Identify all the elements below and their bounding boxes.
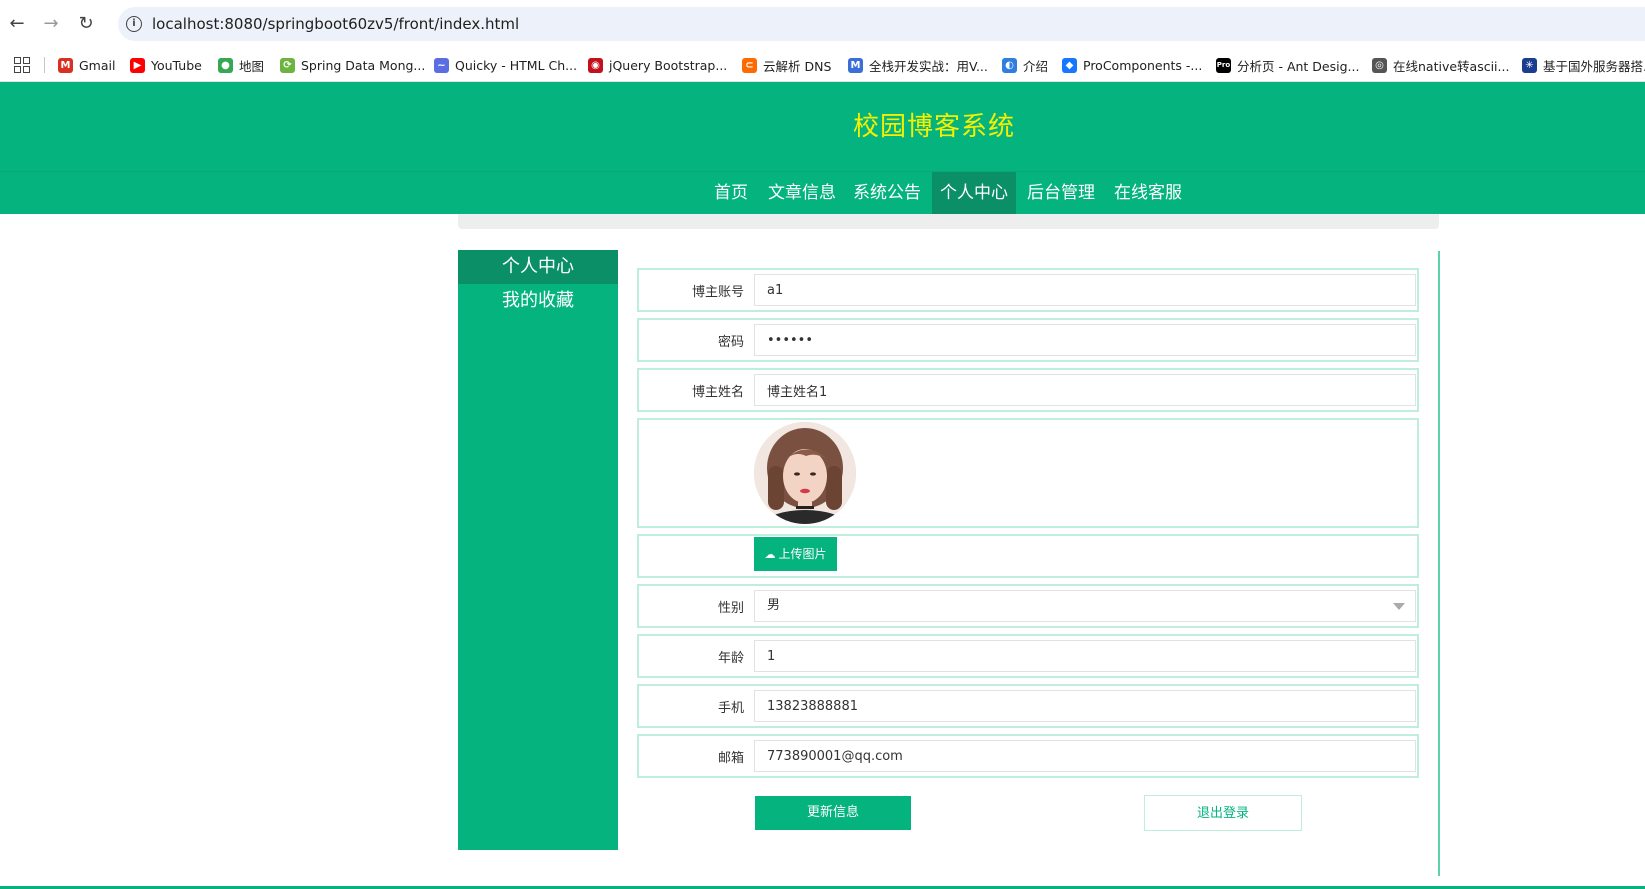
nav-item-articles[interactable]: 文章信息 [764,172,840,214]
bookmark-item[interactable]: ⊂ 云解析 DNS [742,56,831,74]
youtube-icon: ▶ [130,57,145,73]
bookmarks-bar: M Gmail ▶ YouTube ● 地图 ⟳ Spring Data Mong... ~ Qu… [0,48,1645,82]
gender-row: 性别 男 [637,584,1419,628]
site-title: 校园博客系统 [852,112,1015,142]
sync-icon: ✳ [1522,57,1537,73]
name-input[interactable] [754,374,1416,406]
bookmark-item[interactable]: ◆ ProComponents -... [1062,56,1202,74]
phone-input[interactable] [754,690,1416,722]
bookmark-label: jQuery Bootstrap... [609,57,728,73]
site-info-icon[interactable]: i [126,16,142,32]
password-input[interactable] [754,324,1416,356]
password-label: 密码 [717,335,744,350]
gender-select[interactable]: 男 [754,590,1416,622]
avatar [754,422,856,524]
nav-item-announcements[interactable]: 系统公告 [848,172,926,214]
bookmark-item[interactable]: ✳ 基于国外服务器搭... [1522,56,1645,74]
url-box[interactable]: i localhost:8080/springboot60zv5/front/i… [118,7,1645,41]
bookmark-label: Quicky - HTML Ch... [455,57,578,73]
cloud-upload-icon: ☁ [764,549,776,561]
bookmark-item[interactable]: ● 地图 [218,56,264,74]
avatar-portrait-icon [754,422,856,524]
age-label: 年龄 [717,651,744,666]
sidebar-item-personal-center[interactable]: 个人中心 [458,250,618,284]
chevron-down-icon [1393,603,1405,610]
jquery-icon: ◉ [588,57,603,73]
bookmark-item[interactable]: ◉ jQuery Bootstrap... [588,56,727,74]
phone-row: 手机 [637,684,1419,728]
upload-image-button[interactable]: ☁ 上传图片 [754,537,837,571]
globe-icon: ◐ [1002,57,1017,73]
nav-item-admin[interactable]: 后台管理 [1020,172,1102,214]
bookmark-item[interactable]: ◎ 在线native转ascii... [1372,56,1509,74]
bookmark-label: Spring Data Mong... [301,57,426,73]
account-input[interactable] [754,274,1416,306]
bookmark-label: 全栈开发实战：用V... [869,58,988,74]
bookmark-item[interactable]: ⟳ Spring Data Mong... [280,56,425,74]
nav-item-online-service[interactable]: 在线客服 [1108,172,1188,214]
bookmarks-separator [44,57,45,73]
email-label: 邮箱 [717,751,744,766]
pro-icon: Pro [1216,57,1231,73]
email-row: 邮箱 [637,734,1419,778]
bookmark-item[interactable]: ~ Quicky - HTML Ch... [434,56,577,74]
nav-item-home[interactable]: 首页 [704,172,758,214]
m-icon: M [848,57,863,73]
password-row: 密码 [637,318,1419,362]
name-label: 博主姓名 [691,385,744,400]
maps-icon: ● [218,57,233,73]
sidebar: 个人中心 我的收藏 [458,250,618,850]
upload-row: ☁ 上传图片 [637,534,1419,578]
name-row: 博主姓名 [637,368,1419,412]
chrome-icon: ◎ [1372,57,1387,73]
forward-arrow-icon[interactable]: → [40,13,62,35]
account-row: 博主账号 [637,268,1419,312]
browser-address-bar: ← → ↻ i localhost:8080/springboot60zv5/f… [0,0,1645,48]
bookmark-item[interactable]: M 全栈开发实战：用V... [848,56,988,74]
bookmark-label: 分析页 - Ant Desig... [1237,58,1360,74]
spring-icon: ⟳ [280,57,295,73]
bookmark-label: YouTube [151,57,202,73]
aliyun-icon: ⊂ [742,57,757,73]
bookmark-item[interactable]: ◐ 介绍 [1002,56,1048,74]
messenger-icon: ~ [434,57,449,73]
main-nav: 首页 文章信息 系统公告 个人中心 后台管理 在线客服 [0,172,1645,214]
sidebar-item-favorites[interactable]: 我的收藏 [458,284,618,318]
bookmark-item[interactable]: ▶ YouTube [130,56,202,74]
bookmark-label: 在线native转ascii... [1393,58,1510,74]
account-label: 博主账号 [691,285,744,300]
bookmark-item[interactable]: Pro 分析页 - Ant Desig... [1216,56,1359,74]
gender-label: 性别 [717,601,744,616]
email-input[interactable] [754,740,1416,772]
age-row: 年龄 [637,634,1419,678]
bookmark-label: 基于国外服务器搭... [1543,58,1645,74]
logout-button[interactable]: 退出登录 [1144,795,1302,831]
apps-grid-icon[interactable] [14,57,30,73]
avatar-row [637,418,1419,528]
bookmark-label: 介绍 [1023,58,1049,74]
bookmark-label: ProComponents -... [1083,57,1203,73]
site-header: 校园博客系统 [0,82,1645,172]
upload-button-label: 上传图片 [778,547,827,561]
bookmark-label: 地图 [239,58,265,74]
update-info-button[interactable]: 更新信息 [755,796,911,830]
content-border [1438,251,1440,876]
bookmark-label: 云解析 DNS [763,58,832,74]
nav-item-personal-center[interactable]: 个人中心 [932,172,1016,214]
phone-label: 手机 [717,701,744,716]
antd-icon: ◆ [1062,57,1077,73]
gmail-icon: M [58,57,73,73]
breadcrumb-strip [458,214,1439,229]
url-text[interactable]: localhost:8080/springboot60zv5/front/ind… [152,15,519,33]
age-input[interactable] [754,640,1416,672]
gender-selected-value: 男 [767,598,781,613]
back-arrow-icon[interactable]: ← [6,13,28,35]
bookmark-item[interactable]: M Gmail [58,56,115,74]
reload-icon[interactable]: ↻ [75,13,97,35]
bookmark-label: Gmail [79,57,116,73]
